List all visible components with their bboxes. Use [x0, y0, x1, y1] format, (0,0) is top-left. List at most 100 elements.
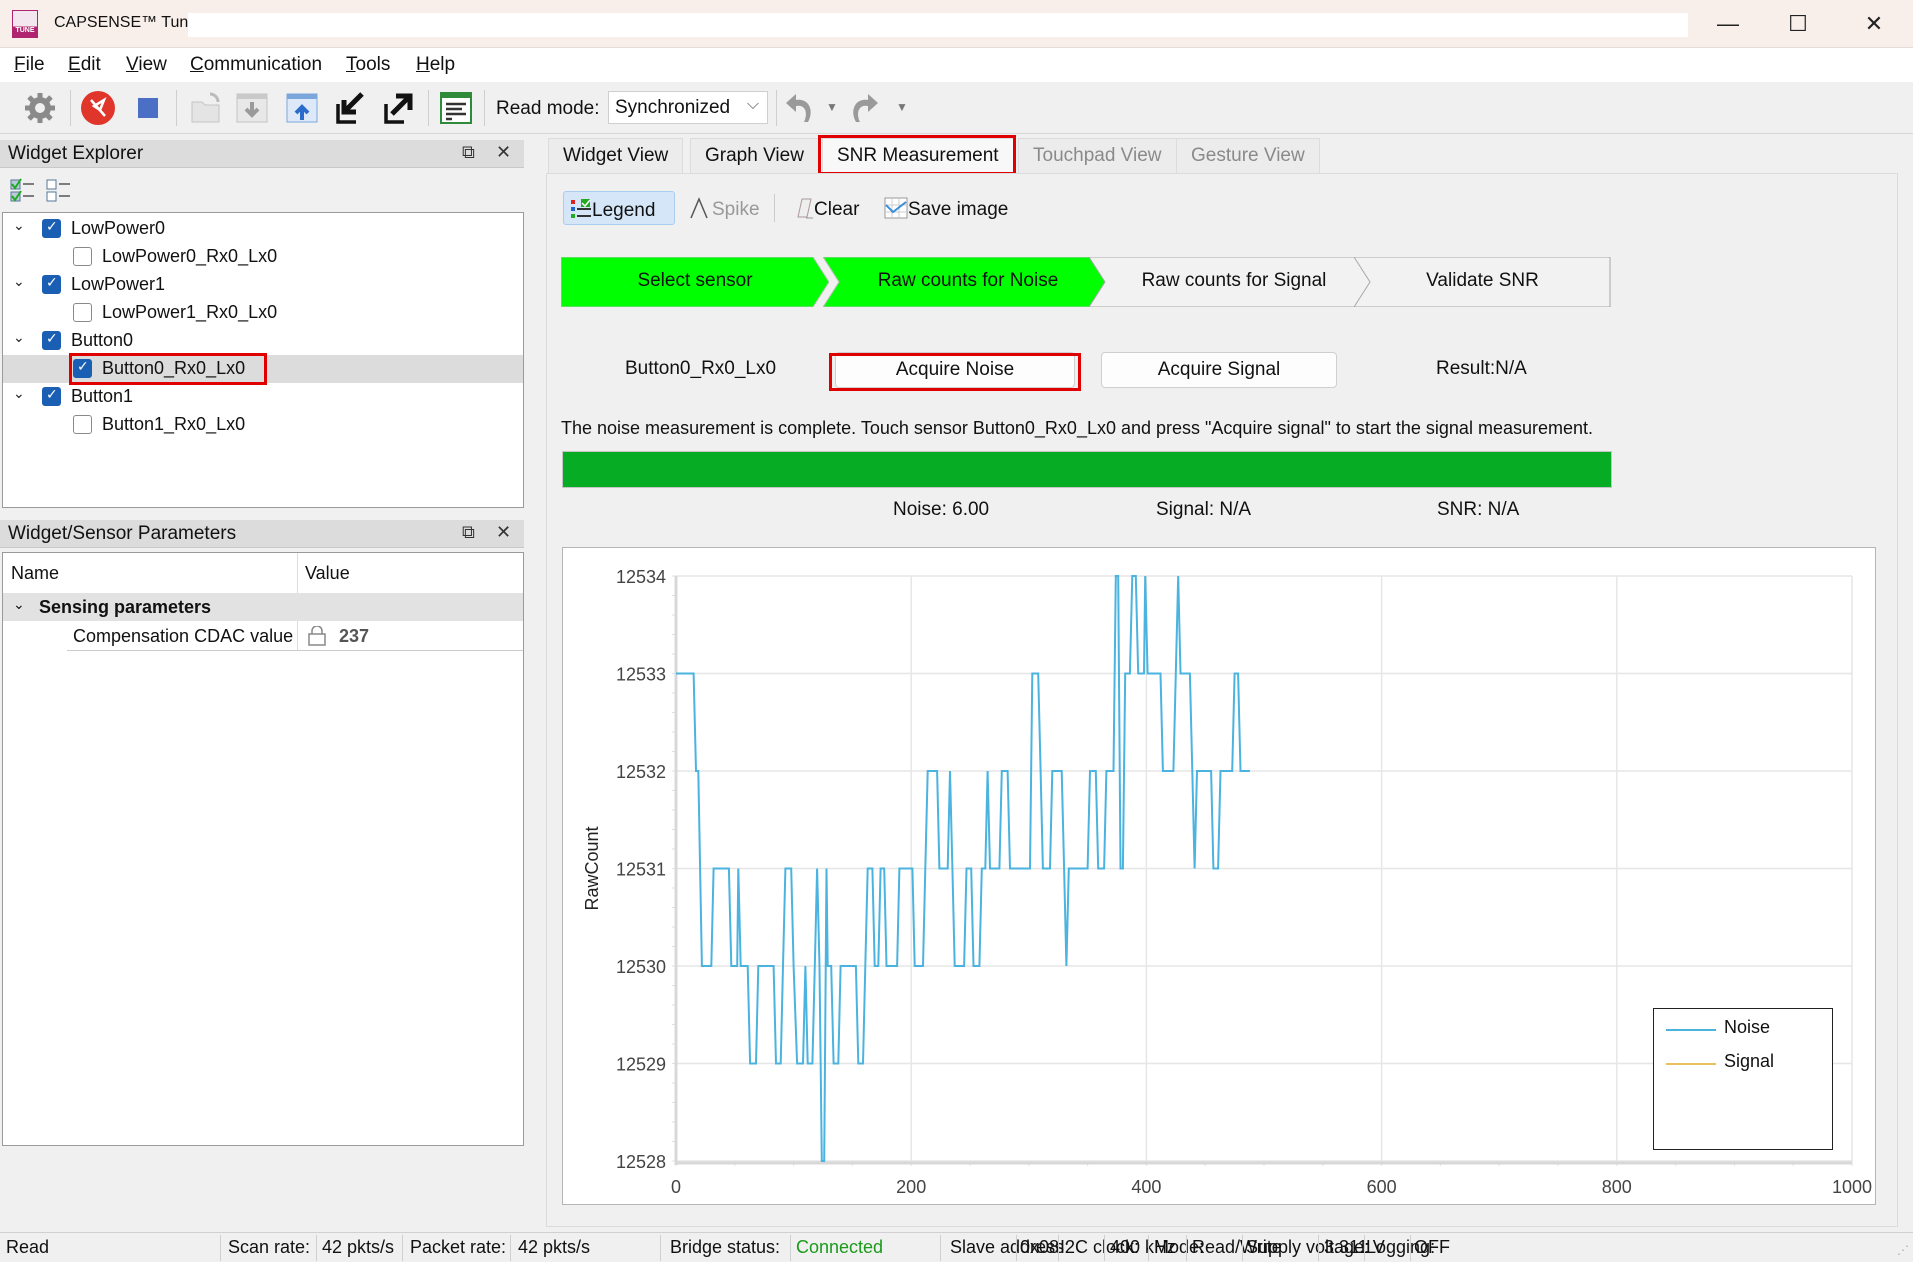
check-all-icon[interactable]	[10, 178, 36, 204]
tree-item-lowpower0-sensor[interactable]: LowPower0_Rx0_Lx0	[3, 243, 523, 271]
y-tick-label: 12529	[616, 1055, 666, 1075]
status-separator	[1058, 1235, 1059, 1261]
menu-accel: C	[190, 54, 204, 75]
param-row[interactable]: Compensation CDAC value 237	[67, 621, 523, 651]
undo-dropdown-icon[interactable]: ▼	[826, 100, 838, 114]
tab-touchpad-view[interactable]: Touchpad View	[1018, 138, 1177, 174]
clear-button[interactable]: Clear	[786, 191, 865, 225]
progress-bar	[562, 451, 1612, 488]
spike-button[interactable]: Spike	[684, 191, 766, 225]
step-label: Raw counts for Noise	[877, 270, 1059, 291]
spike-label: Spike	[712, 199, 760, 220]
checkbox[interactable]	[42, 386, 61, 406]
app-icon-label: TUNE	[15, 27, 35, 34]
app-icon: TUNE	[12, 10, 38, 38]
bridge-status-label: Bridge status:	[670, 1237, 781, 1257]
chart-legend[interactable]: Noise Signal	[1653, 1008, 1833, 1150]
gear-icon[interactable]	[22, 90, 58, 126]
y-axis-label: RawCount	[582, 826, 602, 910]
tree-item-button0[interactable]: ⌄ Button0	[3, 327, 523, 355]
close-panel-icon[interactable]: ✕	[496, 142, 511, 163]
tab-gesture-view[interactable]: Gesture View	[1176, 138, 1320, 174]
toolbar-separator	[776, 90, 777, 126]
title-blank-area	[188, 13, 1688, 37]
log-icon[interactable]	[438, 90, 474, 126]
read-mode-label: Read mode:	[496, 98, 600, 119]
tree-item-lowpower1-sensor[interactable]: LowPower1_Rx0_Lx0	[3, 299, 523, 327]
menu-communication[interactable]: Communication	[190, 54, 322, 76]
minimize-button[interactable]: —	[1706, 8, 1750, 40]
y-tick-label: 12528	[616, 1152, 666, 1172]
chevron-down-icon: ⌵	[746, 96, 759, 113]
menu-edit[interactable]: Edit	[68, 54, 101, 76]
chevron-down-icon[interactable]: ⌄	[13, 217, 25, 234]
group-label: Sensing parameters	[39, 597, 212, 617]
group-row[interactable]: ⌄ Sensing parameters	[3, 593, 523, 621]
status-separator	[1104, 1235, 1105, 1261]
checkbox[interactable]	[73, 303, 92, 322]
save-image-button[interactable]: Save image	[878, 191, 1014, 225]
step-raw-counts-signal: Raw counts for Signal	[1089, 257, 1379, 307]
checkbox[interactable]	[73, 415, 92, 434]
read-mode-select[interactable]: Synchronized ⌵	[608, 91, 768, 124]
uncheck-all-icon[interactable]	[46, 178, 72, 204]
close-panel-icon[interactable]: ✕	[496, 522, 511, 543]
open-icon[interactable]	[188, 90, 224, 126]
checkbox[interactable]	[42, 218, 61, 238]
tree-item-button1[interactable]: ⌄ Button1	[3, 383, 523, 411]
tab-graph-view[interactable]: Graph View	[690, 138, 819, 174]
legend-button[interactable]: Legend	[563, 191, 675, 225]
tree-item-lowpower0[interactable]: ⌄ LowPower0	[3, 215, 523, 243]
undo-icon[interactable]	[782, 90, 818, 126]
redo-icon[interactable]	[846, 90, 882, 126]
resize-grip-icon[interactable]: ⋰	[1897, 1243, 1909, 1257]
menu-tools[interactable]: Tools	[346, 54, 390, 76]
import-icon[interactable]	[234, 90, 270, 126]
status-separator	[940, 1235, 941, 1261]
tree-item-button0-sensor[interactable]: Button0_Rx0_Lx0	[3, 355, 523, 383]
tree-item-button1-sensor[interactable]: Button1_Rx0_Lx0	[3, 411, 523, 439]
checkbox[interactable]	[42, 330, 61, 350]
checkbox[interactable]	[42, 274, 61, 294]
stop-icon[interactable]	[130, 90, 166, 126]
read-from-device-icon[interactable]	[332, 90, 368, 126]
legend-label-noise: Noise	[1724, 1017, 1771, 1037]
tab-widget-view[interactable]: Widget View	[548, 138, 684, 174]
menu-bar: File Edit View Communication Tools Help	[0, 48, 1913, 82]
slave-address-value: 0x08	[1020, 1237, 1060, 1257]
menu-label: ommunication	[203, 54, 323, 75]
float-panel-icon[interactable]: ⧉	[462, 142, 475, 163]
chevron-down-icon[interactable]: ⌄	[13, 329, 25, 346]
menu-view[interactable]: View	[126, 54, 167, 76]
tree-item-lowpower1[interactable]: ⌄ LowPower1	[3, 271, 523, 299]
chevron-down-icon[interactable]: ⌄	[13, 273, 25, 290]
main-toolbar: Read mode: Synchronized ⌵ ▼ ▼	[0, 82, 1913, 134]
status-separator	[402, 1235, 403, 1261]
checkbox[interactable]	[73, 358, 92, 378]
acquire-signal-button[interactable]: Acquire Signal	[1101, 352, 1337, 388]
y-tick-label: 12531	[616, 860, 666, 880]
toolbar-separator	[176, 90, 177, 126]
close-button[interactable]: ✕	[1852, 8, 1896, 40]
menu-file[interactable]: File	[14, 54, 45, 76]
disconnect-icon[interactable]	[80, 90, 116, 126]
write-to-device-icon[interactable]	[380, 90, 416, 126]
export-icon[interactable]	[284, 90, 320, 126]
status-separator	[790, 1235, 791, 1261]
acquire-noise-button[interactable]: Acquire Noise	[835, 352, 1075, 388]
chevron-down-icon[interactable]: ⌄	[13, 385, 25, 402]
float-panel-icon[interactable]: ⧉	[462, 522, 475, 543]
status-separator	[1016, 1235, 1017, 1261]
redo-dropdown-icon[interactable]: ▼	[896, 100, 908, 114]
chevron-down-icon[interactable]: ⌄	[13, 596, 25, 613]
toolbar-separator	[484, 90, 485, 126]
toolbar-separator	[428, 90, 429, 126]
maximize-button[interactable]: ☐	[1776, 8, 1820, 40]
legend-swatch-signal	[1666, 1063, 1716, 1065]
packet-rate-label: Packet rate:	[410, 1237, 507, 1257]
status-bar: Read Scan rate: 42 pkts/s Packet rate: 4…	[0, 1232, 1913, 1262]
parameters-table: Name Value ⌄ Sensing parameters Compensa…	[2, 552, 524, 1146]
menu-help[interactable]: Help	[416, 54, 455, 76]
tab-snr-measurement[interactable]: SNR Measurement	[822, 138, 1014, 174]
checkbox[interactable]	[73, 247, 92, 266]
